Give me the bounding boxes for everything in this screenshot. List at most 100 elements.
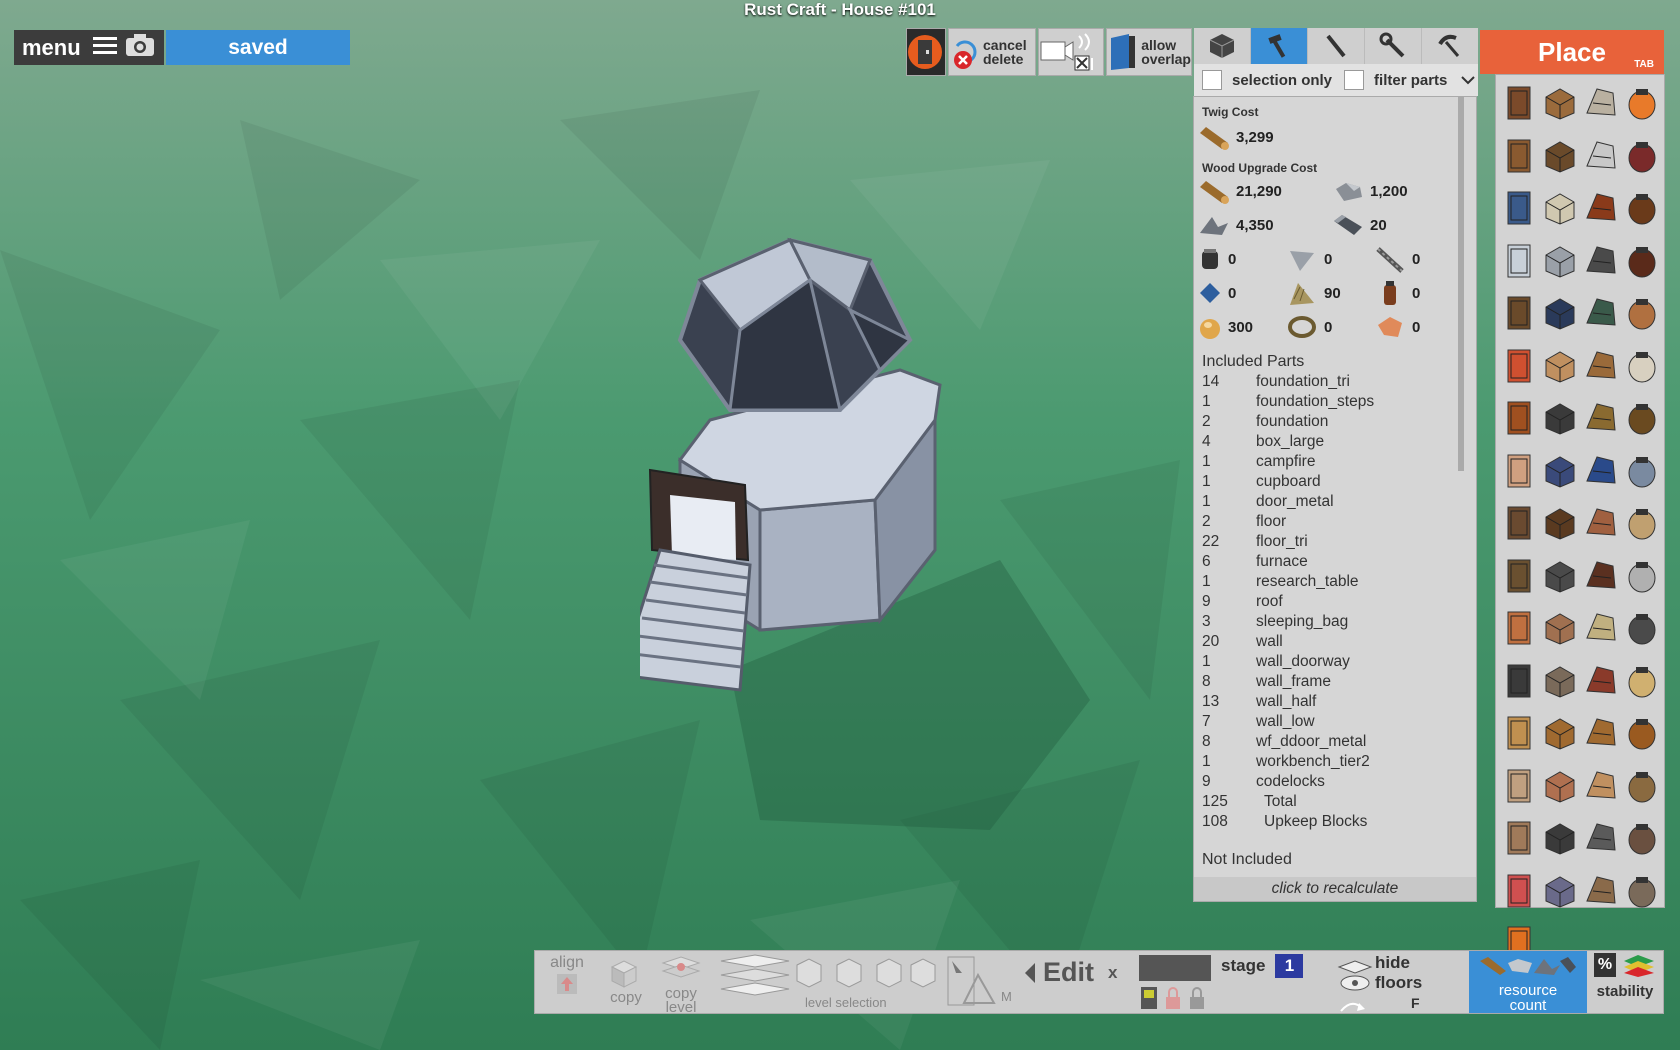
workbench-item[interactable] [1621,392,1662,445]
ladder-item[interactable] [1621,865,1662,918]
select-triangle-icon [947,956,996,1006]
part-name: wall_half [1256,693,1317,710]
frame-item[interactable] [1580,550,1621,603]
hide-floors-button[interactable]: hide floors F [1331,951,1461,1013]
log-item[interactable] [1539,77,1580,130]
allow-overlap-button[interactable]: allow overlap [1106,28,1192,76]
tab-hammer[interactable] [1251,28,1308,64]
panel-item[interactable] [1580,760,1621,813]
house-model[interactable] [640,220,1020,740]
bell-item[interactable] [1580,392,1621,445]
tab-pickaxe[interactable] [1422,28,1478,64]
hay-item[interactable] [1580,602,1621,655]
hut-item[interactable] [1580,497,1621,550]
selection-tool[interactable]: M [939,951,1012,1013]
crate-item[interactable] [1539,602,1580,655]
tab-cube[interactable] [1194,28,1251,64]
locker-item[interactable] [1539,235,1580,288]
stage-swatch[interactable] [1139,951,1215,1013]
filter-parts-checkbox[interactable] [1344,70,1365,90]
part-count: 3 [1202,613,1211,630]
ceiling-light-item[interactable] [1539,182,1580,235]
bed-item[interactable] [1580,77,1621,130]
stand-item[interactable] [1621,497,1662,550]
level-selection[interactable]: level selection [715,951,936,1013]
fence-item[interactable] [1498,497,1539,550]
water-barrel-item[interactable] [1621,445,1662,498]
bench-item[interactable] [1580,340,1621,393]
scarecrow-item[interactable] [1539,655,1580,708]
wood-wall-item[interactable] [1539,497,1580,550]
frame-small-item[interactable] [1539,760,1580,813]
lamp-item[interactable] [1621,182,1662,235]
chair-item[interactable] [1621,130,1662,183]
bear-rug-item[interactable] [1580,865,1621,918]
chainsaw-item[interactable] [1621,602,1662,655]
lights-item[interactable] [1498,865,1539,918]
sign-large-item[interactable] [1580,707,1621,760]
cupboard-item[interactable] [1498,182,1539,235]
fireplace-item[interactable] [1621,812,1662,865]
barbed-item[interactable] [1539,550,1580,603]
sign-item[interactable] [1539,340,1580,393]
sign-xl-item[interactable] [1621,707,1662,760]
spikes-item[interactable] [1498,550,1539,603]
tab-wrench[interactable] [1365,28,1422,64]
arcade-item[interactable] [1539,287,1580,340]
bbq-item[interactable] [1621,235,1662,288]
window-item[interactable] [1539,812,1580,865]
cancel-delete-button[interactable]: cancel delete [948,28,1036,76]
stability-button[interactable]: % stability [1589,951,1661,1013]
desk-item[interactable] [1498,812,1539,865]
copy-button[interactable]: copy [601,951,651,1013]
selection-only-checkbox[interactable] [1202,70,1222,90]
menu-button[interactable]: menu [14,30,164,65]
barricade-item[interactable] [1498,340,1539,393]
sign-med-item[interactable] [1539,707,1580,760]
shelves-item[interactable] [1580,130,1621,183]
part-row: 1 workbench_tier2 [1202,752,1374,772]
edit-button[interactable]: Edit x [1023,951,1133,1013]
grill-item[interactable] [1580,812,1621,865]
copy-level-button[interactable]: copy level [653,951,709,1015]
furnace-item[interactable] [1498,392,1539,445]
plank-item[interactable] [1621,655,1662,708]
chevron-down-icon[interactable] [1461,72,1476,89]
hamburger-icon[interactable] [92,35,117,60]
panel-scrollbar[interactable] [1458,97,1464,471]
flag-item[interactable] [1498,445,1539,498]
picture-item[interactable] [1498,760,1539,813]
tab-chisel[interactable] [1308,28,1365,64]
bookcase-item[interactable] [1498,287,1539,340]
table-item[interactable] [1580,235,1621,288]
tent-item[interactable] [1621,550,1662,603]
box-item[interactable] [1498,130,1539,183]
video-toggle-button[interactable] [1038,28,1104,76]
chest-item[interactable] [1539,130,1580,183]
rocking-chair-item[interactable] [1621,340,1662,393]
resource-count-button[interactable]: resource count [1469,951,1587,1013]
rug-item[interactable] [1539,865,1580,918]
stove-item[interactable] [1539,392,1580,445]
stage-number[interactable]: 1 [1275,954,1304,978]
vending-item[interactable] [1580,287,1621,340]
turret-item[interactable] [1498,655,1539,708]
door-lock-button[interactable] [906,28,946,76]
campfire-item[interactable] [1621,77,1662,130]
door-item[interactable] [1498,77,1539,130]
edit-x-label: x [1108,962,1118,982]
gate-item[interactable] [1621,287,1662,340]
recalculate-button[interactable]: click to recalculate [1194,877,1476,901]
stage-control[interactable]: stage 1 [1221,951,1321,1013]
tarp-table-item[interactable] [1580,445,1621,498]
camera-icon[interactable] [125,33,155,62]
align-button[interactable]: align [541,951,593,1013]
sleeping-bag-item[interactable] [1498,602,1539,655]
place-header[interactable]: Place TAB [1480,30,1664,74]
shelf-item[interactable] [1621,760,1662,813]
fridge-item[interactable] [1498,235,1539,288]
tap-item[interactable] [1539,445,1580,498]
sign-small-item[interactable] [1498,707,1539,760]
trap-item[interactable] [1580,655,1621,708]
lantern-item[interactable] [1580,182,1621,235]
